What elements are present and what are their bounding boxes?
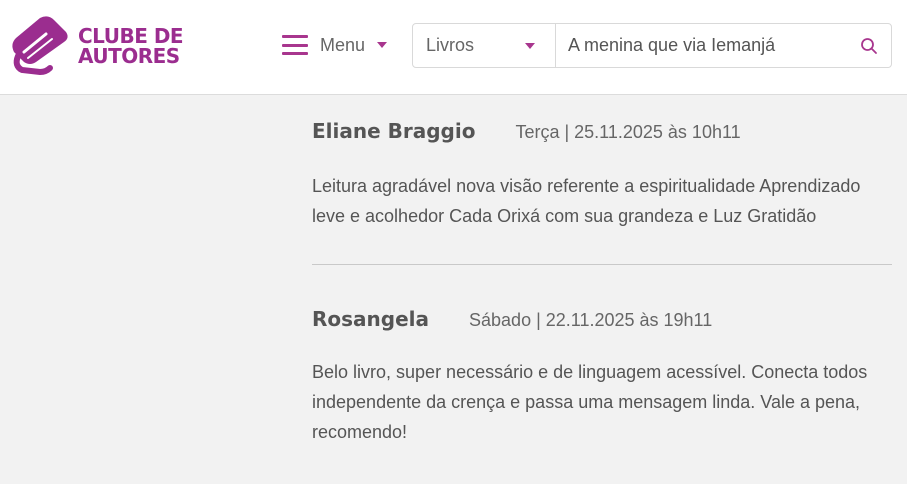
logo-line-1: CLUBE DE xyxy=(78,24,184,48)
book-logo-icon xyxy=(12,16,68,76)
hamburger-icon xyxy=(282,35,308,55)
category-select-value: Livros xyxy=(426,35,475,55)
review-date: Sábado | 22.11.2025 às 19h11 xyxy=(469,310,713,330)
menu-label: Menu xyxy=(320,34,366,55)
reviewer-name: Rosangela xyxy=(312,307,430,331)
review-header: Eliane Braggio Terça | 25.11.2025 às 10h… xyxy=(312,95,892,143)
review-text: Belo livro, super necessário e de lingua… xyxy=(312,362,868,442)
logo-line-2: AUTORES xyxy=(78,44,180,68)
site-logo[interactable]: CLUBE DE AUTORES xyxy=(10,12,184,78)
logo-wordmark: CLUBE DE AUTORES xyxy=(78,24,184,68)
search-input[interactable] xyxy=(556,24,847,67)
chevron-down-icon xyxy=(525,42,535,49)
category-select[interactable]: Livros xyxy=(413,24,556,67)
reviewer-name: Eliane Braggio xyxy=(312,119,476,143)
reviews-list: Eliane Braggio Terça | 25.11.2025 às 10h… xyxy=(312,95,892,447)
chevron-down-icon xyxy=(377,42,388,48)
review-header: Rosangela Sábado | 22.11.2025 às 19h11 xyxy=(312,265,892,331)
search-icon xyxy=(861,37,877,54)
search-button[interactable] xyxy=(847,24,891,67)
review-item: Rosangela Sábado | 22.11.2025 às 19h11 B… xyxy=(312,265,892,447)
review-date: Terça | 25.11.2025 às 10h11 xyxy=(515,122,741,142)
review-item: Eliane Braggio Terça | 25.11.2025 às 10h… xyxy=(312,95,892,231)
menu-button[interactable]: Menu xyxy=(282,30,388,60)
review-text: Leitura agradável nova visão referente a… xyxy=(312,176,861,226)
site-header: CLUBE DE AUTORES Menu Livros xyxy=(0,0,907,95)
search-bar: Livros xyxy=(412,23,892,68)
